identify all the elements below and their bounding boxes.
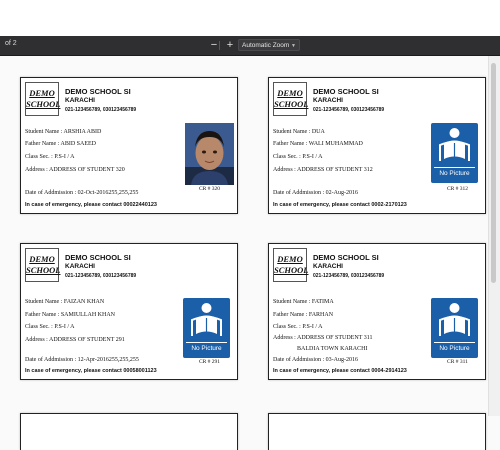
id-card-partial bbox=[20, 413, 238, 450]
class-section: Class Sec. : P.S-I / A bbox=[25, 324, 75, 330]
no-picture-placeholder: No Picture bbox=[431, 123, 478, 183]
admission-date: Date of Addmission : 02-Oct-2016255,255,… bbox=[25, 190, 139, 196]
father-name: Father Name : FARHAN bbox=[273, 312, 334, 318]
no-picture-placeholder: No Picture bbox=[183, 298, 230, 358]
cr-number: CR # 320 bbox=[198, 186, 221, 192]
class-section: Class Sec. : P.S-I / A bbox=[273, 154, 323, 160]
admission-date: Date of Addmission : 12-Apr-2016255,255,… bbox=[25, 357, 139, 363]
address: Address : ADDRESS OF STUDENT 320 bbox=[25, 167, 125, 173]
student-photo bbox=[185, 123, 234, 185]
scrollbar-thumb[interactable] bbox=[491, 63, 496, 283]
school-city: KARACHI bbox=[313, 97, 343, 104]
zoom-select-value: Automatic Zoom bbox=[242, 42, 290, 49]
school-phone: 021-123456789, 030123456789 bbox=[65, 107, 137, 113]
father-name: Father Name : ABID SAEED bbox=[25, 141, 96, 147]
father-name: Father Name : SAMIULLAH KHAN bbox=[25, 312, 115, 318]
father-name: Father Name : WALI MUHAMMAD bbox=[273, 141, 363, 147]
admission-date: Date of Addmission : 03-Aug-2016 bbox=[273, 357, 358, 363]
address: Address : ADDRESS OF STUDENT 312 bbox=[273, 167, 373, 173]
school-city: KARACHI bbox=[65, 263, 95, 270]
school-city: KARACHI bbox=[313, 263, 343, 270]
school-city: KARACHI bbox=[65, 97, 95, 104]
school-name: DEMO SCHOOL SI bbox=[313, 87, 379, 96]
school-phone: 021-123456789, 030123456789 bbox=[313, 107, 385, 113]
id-card: DEMO SCHOOL DEMO SCHOOL SI KARACHI 021-12… bbox=[20, 243, 238, 380]
emergency-contact: In case of emergency, please contact 000… bbox=[25, 202, 157, 208]
student-name: Student Name : FAIZAN KHAN bbox=[25, 299, 105, 305]
address: Address : ADDRESS OF STUDENT 311 bbox=[273, 335, 373, 341]
emergency-contact: In case of emergency, please contact 000… bbox=[273, 202, 407, 208]
class-section: Class Sec. : P.S-I / A bbox=[25, 154, 75, 160]
school-logo: DEMO SCHOOL bbox=[273, 248, 308, 282]
school-phone: 021-123456789, 030123456789 bbox=[65, 273, 137, 279]
school-name: DEMO SCHOOL SI bbox=[313, 253, 379, 262]
toolbar-divider bbox=[219, 41, 220, 50]
no-picture-label: No Picture bbox=[439, 170, 470, 177]
pdf-toolbar: of 2 − + Automatic Zoom ▼ bbox=[0, 36, 500, 56]
emergency-contact: In case of emergency, please contact 000… bbox=[273, 368, 407, 374]
placeholder-divider bbox=[186, 342, 227, 343]
school-name: DEMO SCHOOL SI bbox=[65, 87, 131, 96]
zoom-select[interactable]: Automatic Zoom ▼ bbox=[238, 39, 300, 51]
no-picture-label: No Picture bbox=[191, 345, 222, 352]
no-picture-label: No Picture bbox=[439, 345, 470, 352]
reader-icon bbox=[439, 303, 470, 336]
id-card: DEMO SCHOOL DEMO SCHOOL SI KARACHI 021-12… bbox=[268, 243, 486, 380]
reader-icon bbox=[439, 128, 470, 161]
chevron-down-icon: ▼ bbox=[291, 43, 296, 49]
zoom-in-button[interactable]: + bbox=[224, 37, 236, 53]
student-name: Student Name : FATIMA bbox=[273, 299, 334, 305]
school-logo: DEMO SCHOOL bbox=[273, 82, 308, 116]
school-name: DEMO SCHOOL SI bbox=[65, 253, 131, 262]
no-picture-placeholder: No Picture bbox=[431, 298, 478, 358]
address: Address : ADDRESS OF STUDENT 291 bbox=[25, 337, 125, 343]
placeholder-divider bbox=[434, 342, 475, 343]
cr-number: CR # 312 bbox=[446, 186, 469, 192]
reader-icon bbox=[191, 303, 222, 336]
student-name: Student Name : DUA bbox=[273, 129, 325, 135]
student-name: Student Name : ARSHIA ABID bbox=[25, 129, 102, 135]
id-card: DEMO SCHOOL DEMO SCHOOL SI KARACHI 021-12… bbox=[20, 77, 238, 214]
school-logo: DEMO SCHOOL bbox=[25, 82, 60, 116]
class-section: Class Sec. : P.S-I / A bbox=[273, 324, 323, 330]
cr-number: CR # 311 bbox=[447, 359, 468, 365]
id-card: DEMO SCHOOL DEMO SCHOOL SI KARACHI 021-12… bbox=[268, 77, 486, 214]
cr-number: CR # 291 bbox=[198, 359, 221, 365]
school-logo: DEMO SCHOOL bbox=[25, 248, 60, 282]
page-count: of 2 bbox=[5, 40, 17, 47]
placeholder-divider bbox=[434, 167, 475, 168]
emergency-contact: In case of emergency, please contact 000… bbox=[25, 368, 157, 374]
admission-date: Date of Addmission : 02-Aug-2016 bbox=[273, 190, 358, 196]
address-line-2: BALDIA TOWN KARACHI bbox=[297, 346, 368, 352]
school-phone: 021-123456789, 030123456789 bbox=[313, 273, 385, 279]
id-card-partial bbox=[268, 413, 486, 450]
